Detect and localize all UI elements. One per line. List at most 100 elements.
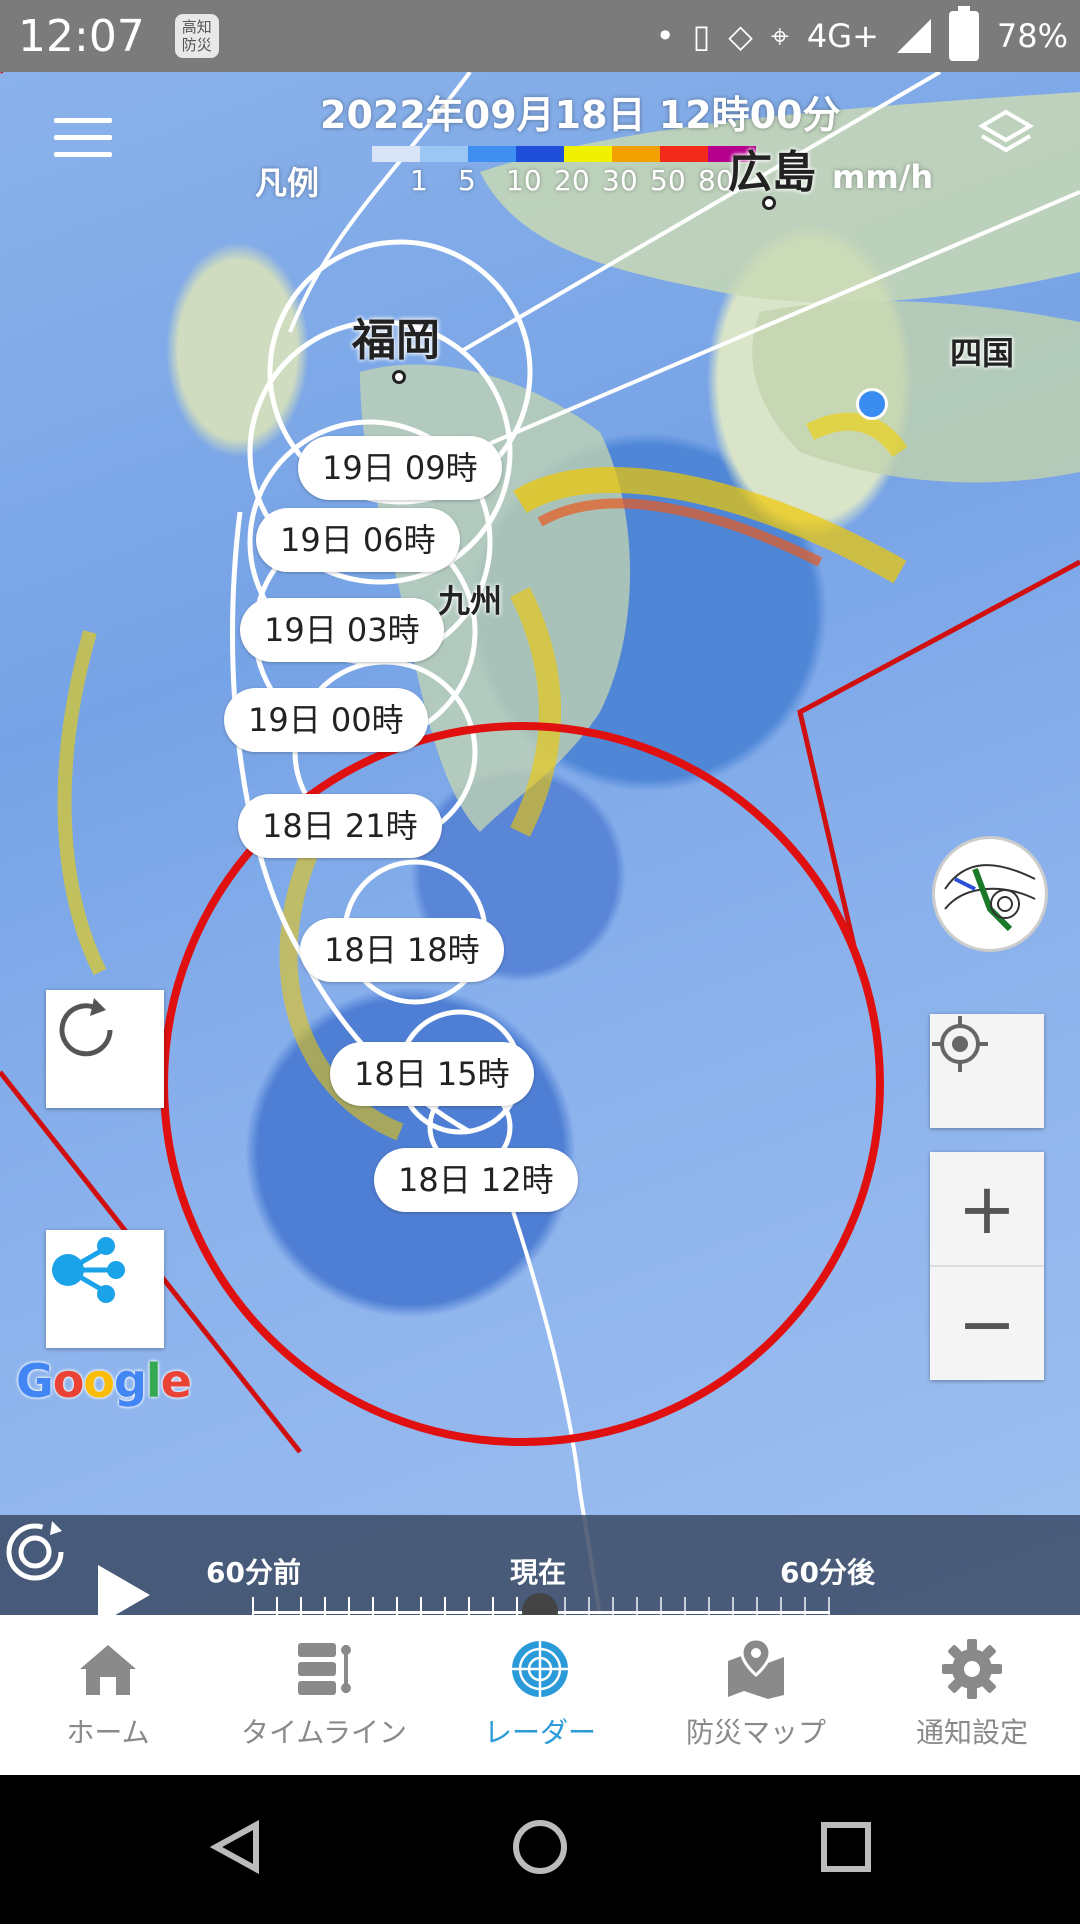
legend-ticks: 1 5 10 20 30 50 80	[410, 164, 746, 197]
radar-timeline: 60分前 現在 60分後	[0, 1515, 1080, 1615]
place-dot	[762, 196, 776, 210]
radar-map[interactable]: 2022年09月18日 12時00分 凡例 1 5 10 20 30 50 80…	[0, 72, 1080, 1615]
current-location-button[interactable]	[930, 1014, 1044, 1128]
shikoku-land	[752, 301, 1080, 483]
timeline-tick	[516, 1597, 518, 1615]
nav-label: タイムライン	[240, 1716, 408, 1749]
legend-tick: 30	[602, 164, 638, 197]
timeline-tick	[420, 1597, 422, 1615]
status-bar: 12:07 高知 防災 • ▯ ◇ ⌖ 4G+ 78%	[0, 0, 1080, 72]
timeline-tick	[660, 1597, 662, 1615]
vibrate-icon: ◇	[728, 17, 753, 55]
back-icon	[209, 1819, 259, 1875]
zoom-out-button[interactable]: −	[930, 1267, 1044, 1380]
radar-timestamp: 2022年09月18日 12時00分	[320, 93, 841, 137]
timeline-tick	[468, 1597, 470, 1615]
legend-tick: 50	[650, 164, 686, 197]
app-notification-icon: 高知 防災	[174, 14, 219, 58]
sim-icon: ▯	[692, 17, 711, 55]
home-icon	[80, 1645, 136, 1695]
timeline-tick	[780, 1597, 782, 1615]
play-button[interactable]	[98, 1565, 150, 1615]
location-icon: ⌖	[770, 16, 789, 55]
share-icon	[52, 1237, 125, 1303]
timeline-end-label: 60分後	[780, 1556, 875, 1589]
timeline-now-label: 現在	[510, 1556, 567, 1589]
place-kyushu: 九州	[438, 582, 503, 620]
nav-label: 通知設定	[915, 1716, 1028, 1749]
timeline-tick	[492, 1597, 494, 1615]
status-time: 12:07	[18, 10, 145, 62]
nav-radar[interactable]: レーダー	[432, 1615, 648, 1775]
track-label: 19日 06時	[256, 508, 460, 572]
nav-home[interactable]: ホーム	[0, 1615, 216, 1775]
legend-color-bar	[372, 146, 756, 162]
radar-icon	[512, 1641, 568, 1697]
timeline-tick	[684, 1597, 686, 1615]
place-hiroshima: 広島	[728, 147, 816, 198]
legend-tick: 20	[554, 164, 590, 197]
nav-notification-settings[interactable]: 通知設定	[864, 1615, 1080, 1775]
timeline-tick	[276, 1597, 278, 1615]
gear-icon	[942, 1639, 1002, 1699]
menu-icon[interactable]	[54, 118, 112, 158]
nav-timeline[interactable]: タイムライン	[216, 1615, 432, 1775]
track-label: 19日 09時	[298, 436, 502, 500]
timeline-tick	[708, 1597, 710, 1615]
timeline-tick	[300, 1597, 302, 1615]
refresh-icon	[59, 998, 113, 1057]
refresh-button[interactable]	[46, 990, 164, 1108]
disaster-map-icon	[728, 1637, 784, 1699]
status-right: • ▯ ◇ ⌖ 4G+ 78%	[656, 0, 1068, 72]
timeline-tick	[324, 1597, 326, 1615]
place-shikoku: 四国	[950, 334, 1015, 372]
zoom-in-button[interactable]: +	[930, 1152, 1044, 1265]
timeline-tick	[636, 1597, 638, 1615]
share-button[interactable]	[46, 1230, 164, 1348]
system-navigation-bar	[0, 1775, 1080, 1920]
zoom-controls: + −	[930, 1152, 1044, 1380]
battery-percent: 78%	[996, 17, 1068, 55]
nav-label: レーダー	[483, 1716, 596, 1749]
layers-icon[interactable]	[978, 106, 1034, 162]
timeline-tick	[828, 1597, 830, 1615]
place-dot	[392, 370, 406, 384]
track-label: 18日 18時	[300, 918, 504, 982]
track-label: 18日 12時	[374, 1148, 578, 1212]
network-label: 4G+	[806, 17, 879, 55]
track-label: 18日 21時	[238, 794, 442, 858]
legend-tick: 1	[410, 164, 428, 197]
bottom-navigation: ホーム タイムライン レーダー 防災マップ 通知設定	[0, 1615, 1080, 1775]
battery-icon	[948, 6, 979, 61]
weather-chart-button[interactable]	[932, 836, 1048, 952]
signal-icon	[896, 19, 931, 53]
legend-tick: 5	[458, 164, 476, 197]
timeline-tick	[804, 1597, 806, 1615]
timeline-slider-handle[interactable]	[522, 1593, 558, 1615]
timeline-tick	[588, 1597, 590, 1615]
crosshair-icon	[932, 1016, 988, 1072]
track-label: 19日 00時	[224, 688, 428, 752]
place-fukuoka: 福岡	[352, 315, 440, 366]
recents-icon	[821, 1822, 871, 1872]
legend-label: 凡例	[255, 164, 320, 202]
nav-disaster-map[interactable]: 防災マップ	[648, 1615, 864, 1775]
timeline-tick	[348, 1597, 350, 1615]
google-logo: Google	[16, 1354, 192, 1408]
weather-chart-icon	[944, 864, 1036, 932]
timeline-tick	[372, 1597, 374, 1615]
nav-label: 防災マップ	[685, 1716, 826, 1749]
timeline-tick	[612, 1597, 614, 1615]
auto-update-icon[interactable]	[0, 1515, 70, 1585]
current-location-dot	[856, 388, 888, 420]
dot-icon: •	[655, 17, 675, 55]
track-label: 19日 03時	[240, 598, 444, 662]
legend-unit: mm/h	[832, 158, 934, 196]
timeline-tick	[564, 1597, 566, 1615]
timeline-tick	[444, 1597, 446, 1615]
timeline-tick	[732, 1597, 734, 1615]
legend-tick: 10	[506, 164, 542, 197]
nav-label: ホーム	[66, 1716, 150, 1749]
timeline-icon	[298, 1643, 351, 1695]
timeline-tick	[252, 1597, 254, 1615]
